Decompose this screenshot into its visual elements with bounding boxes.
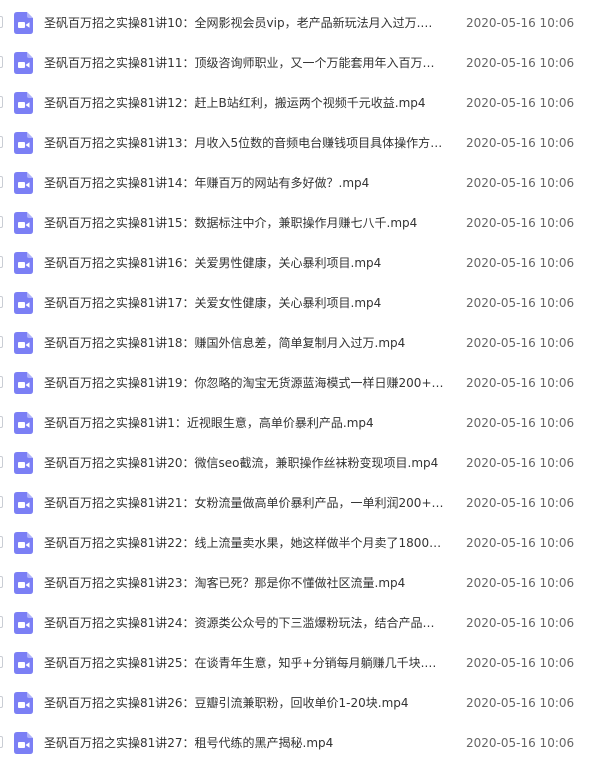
file-date: 2020-05-16 10:06 [466, 96, 575, 110]
video-file-icon [14, 732, 33, 754]
file-date: 2020-05-16 10:06 [466, 336, 575, 350]
file-name[interactable]: 圣矾百万招之实操81讲21：女粉流量做高单价暴利产品，一单利润200+.mp4 [44, 483, 444, 523]
row-checkbox[interactable] [0, 656, 3, 668]
file-row[interactable]: 圣矾百万招之实操81讲18：赚国外信息差，简单复制月入过万.mp4 2020-0… [0, 323, 589, 363]
file-name[interactable]: 圣矾百万招之实操81讲22：线上流量卖水果，她这样做半个月卖了1800单.mp4 [44, 523, 444, 563]
file-date: 2020-05-16 10:06 [466, 616, 575, 630]
file-row[interactable]: 圣矾百万招之实操81讲14：年赚百万的网站有多好做？.mp4 2020-05-1… [0, 163, 589, 203]
file-name[interactable]: 圣矾百万招之实操81讲14：年赚百万的网站有多好做？.mp4 [44, 163, 444, 203]
file-name[interactable]: 圣矾百万招之实操81讲17：关爱女性健康，关心暴利项目.mp4 [44, 283, 444, 323]
file-date: 2020-05-16 10:06 [466, 56, 575, 70]
row-checkbox[interactable] [0, 176, 3, 188]
file-date: 2020-05-16 10:06 [466, 656, 575, 670]
file-row[interactable]: 圣矾百万招之实操81讲16：关爱男性健康，关心暴利项目.mp4 2020-05-… [0, 243, 589, 283]
file-row[interactable]: 圣矾百万招之实操81讲21：女粉流量做高单价暴利产品，一单利润200+.mp4 … [0, 483, 589, 523]
video-file-icon [14, 132, 33, 154]
file-name[interactable]: 圣矾百万招之实操81讲20：微信seo截流，兼职操作丝袜粉变现项目.mp4 [44, 443, 444, 483]
file-date: 2020-05-16 10:06 [466, 256, 575, 270]
row-checkbox[interactable] [0, 456, 3, 468]
row-checkbox[interactable] [0, 136, 3, 148]
file-row[interactable]: 圣矾百万招之实操81讲20：微信seo截流，兼职操作丝袜粉变现项目.mp4 20… [0, 443, 589, 483]
video-file-icon [14, 572, 33, 594]
row-checkbox[interactable] [0, 576, 3, 588]
file-name[interactable]: 圣矾百万招之实操81讲13：月收入5位数的音频电台赚钱项目具体操作方法.mp4 [44, 123, 444, 163]
file-name[interactable]: 圣矾百万招之实操81讲15：数据标注中介，兼职操作月赚七八千.mp4 [44, 203, 444, 243]
file-date: 2020-05-16 10:06 [466, 496, 575, 510]
video-file-icon [14, 452, 33, 474]
row-checkbox[interactable] [0, 696, 3, 708]
file-date: 2020-05-16 10:06 [466, 136, 575, 150]
row-checkbox[interactable] [0, 416, 3, 428]
row-checkbox[interactable] [0, 56, 3, 68]
video-file-icon [14, 612, 33, 634]
file-name[interactable]: 圣矾百万招之实操81讲1：近视眼生意，高单价暴利产品.mp4 [44, 403, 444, 443]
row-checkbox[interactable] [0, 336, 3, 348]
file-name[interactable]: 圣矾百万招之实操81讲11：顶级咨询师职业，又一个万能套用年入百万的项目.mp4 [44, 43, 444, 83]
file-name[interactable]: 圣矾百万招之实操81讲19：你忽略的淘宝无货源蓝海模式一样日赚200+.mp4 [44, 363, 444, 403]
row-checkbox[interactable] [0, 376, 3, 388]
row-checkbox[interactable] [0, 496, 3, 508]
file-row[interactable]: 圣矾百万招之实操81讲22：线上流量卖水果，她这样做半个月卖了1800单.mp4… [0, 523, 589, 563]
row-checkbox[interactable] [0, 96, 3, 108]
file-name[interactable]: 圣矾百万招之实操81讲12：赶上B站红利，搬运两个视频千元收益.mp4 [44, 83, 444, 123]
file-date: 2020-05-16 10:06 [466, 576, 575, 590]
file-name[interactable]: 圣矾百万招之实操81讲16：关爱男性健康，关心暴利项目.mp4 [44, 243, 444, 283]
file-name[interactable]: 圣矾百万招之实操81讲24：资源类公众号的下三滥爆粉玩法，结合产品每月... [44, 603, 444, 643]
video-file-icon [14, 92, 33, 114]
row-checkbox[interactable] [0, 736, 3, 748]
file-name[interactable]: 圣矾百万招之实操81讲18：赚国外信息差，简单复制月入过万.mp4 [44, 323, 444, 363]
video-file-icon [14, 692, 33, 714]
file-row[interactable]: 圣矾百万招之实操81讲1：近视眼生意，高单价暴利产品.mp4 2020-05-1… [0, 403, 589, 443]
file-name[interactable]: 圣矾百万招之实操81讲27：租号代练的黑产揭秘.mp4 [44, 723, 444, 763]
row-checkbox[interactable] [0, 256, 3, 268]
video-file-icon [14, 532, 33, 554]
file-date: 2020-05-16 10:06 [466, 176, 575, 190]
file-date: 2020-05-16 10:06 [466, 296, 575, 310]
file-row[interactable]: 圣矾百万招之实操81讲12：赶上B站红利，搬运两个视频千元收益.mp4 2020… [0, 83, 589, 123]
file-list: 圣矾百万招之实操81讲10：全网影视会员vip，老产品新玩法月入过万.mp4 2… [0, 3, 589, 763]
row-checkbox[interactable] [0, 16, 3, 28]
video-file-icon [14, 172, 33, 194]
row-checkbox[interactable] [0, 616, 3, 628]
row-checkbox[interactable] [0, 216, 3, 228]
file-date: 2020-05-16 10:06 [466, 416, 575, 430]
file-date: 2020-05-16 10:06 [466, 736, 575, 750]
video-file-icon [14, 52, 33, 74]
file-row[interactable]: 圣矾百万招之实操81讲10：全网影视会员vip，老产品新玩法月入过万.mp4 2… [0, 3, 589, 43]
file-date: 2020-05-16 10:06 [466, 456, 575, 470]
file-row[interactable]: 圣矾百万招之实操81讲23：淘客已死？那是你不懂做社区流量.mp4 2020-0… [0, 563, 589, 603]
file-row[interactable]: 圣矾百万招之实操81讲17：关爱女性健康，关心暴利项目.mp4 2020-05-… [0, 283, 589, 323]
file-row[interactable]: 圣矾百万招之实操81讲25：在谈青年生意，知乎+分销每月躺赚几千块.mp4 20… [0, 643, 589, 683]
file-name[interactable]: 圣矾百万招之实操81讲25：在谈青年生意，知乎+分销每月躺赚几千块.mp4 [44, 643, 444, 683]
file-row[interactable]: 圣矾百万招之实操81讲27：租号代练的黑产揭秘.mp4 2020-05-16 1… [0, 723, 589, 763]
video-file-icon [14, 652, 33, 674]
file-name[interactable]: 圣矾百万招之实操81讲26：豆瓣引流兼职粉，回收单价1-20块.mp4 [44, 683, 444, 723]
file-name[interactable]: 圣矾百万招之实操81讲23：淘客已死？那是你不懂做社区流量.mp4 [44, 563, 444, 603]
file-row[interactable]: 圣矾百万招之实操81讲11：顶级咨询师职业，又一个万能套用年入百万的项目.mp4… [0, 43, 589, 83]
file-date: 2020-05-16 10:06 [466, 16, 575, 30]
file-date: 2020-05-16 10:06 [466, 696, 575, 710]
video-file-icon [14, 12, 33, 34]
file-date: 2020-05-16 10:06 [466, 216, 575, 230]
video-file-icon [14, 252, 33, 274]
file-row[interactable]: 圣矾百万招之实操81讲19：你忽略的淘宝无货源蓝海模式一样日赚200+.mp4 … [0, 363, 589, 403]
file-date: 2020-05-16 10:06 [466, 536, 575, 550]
file-name[interactable]: 圣矾百万招之实操81讲10：全网影视会员vip，老产品新玩法月入过万.mp4 [44, 3, 444, 43]
video-file-icon [14, 372, 33, 394]
file-date: 2020-05-16 10:06 [466, 376, 575, 390]
video-file-icon [14, 412, 33, 434]
row-checkbox[interactable] [0, 296, 3, 308]
file-row[interactable]: 圣矾百万招之实操81讲13：月收入5位数的音频电台赚钱项目具体操作方法.mp4 … [0, 123, 589, 163]
video-file-icon [14, 292, 33, 314]
video-file-icon [14, 332, 33, 354]
file-row[interactable]: 圣矾百万招之实操81讲15：数据标注中介，兼职操作月赚七八千.mp4 2020-… [0, 203, 589, 243]
video-file-icon [14, 212, 33, 234]
row-checkbox[interactable] [0, 536, 3, 548]
file-row[interactable]: 圣矾百万招之实操81讲26：豆瓣引流兼职粉，回收单价1-20块.mp4 2020… [0, 683, 589, 723]
file-row[interactable]: 圣矾百万招之实操81讲24：资源类公众号的下三滥爆粉玩法，结合产品每月... 2… [0, 603, 589, 643]
video-file-icon [14, 492, 33, 514]
